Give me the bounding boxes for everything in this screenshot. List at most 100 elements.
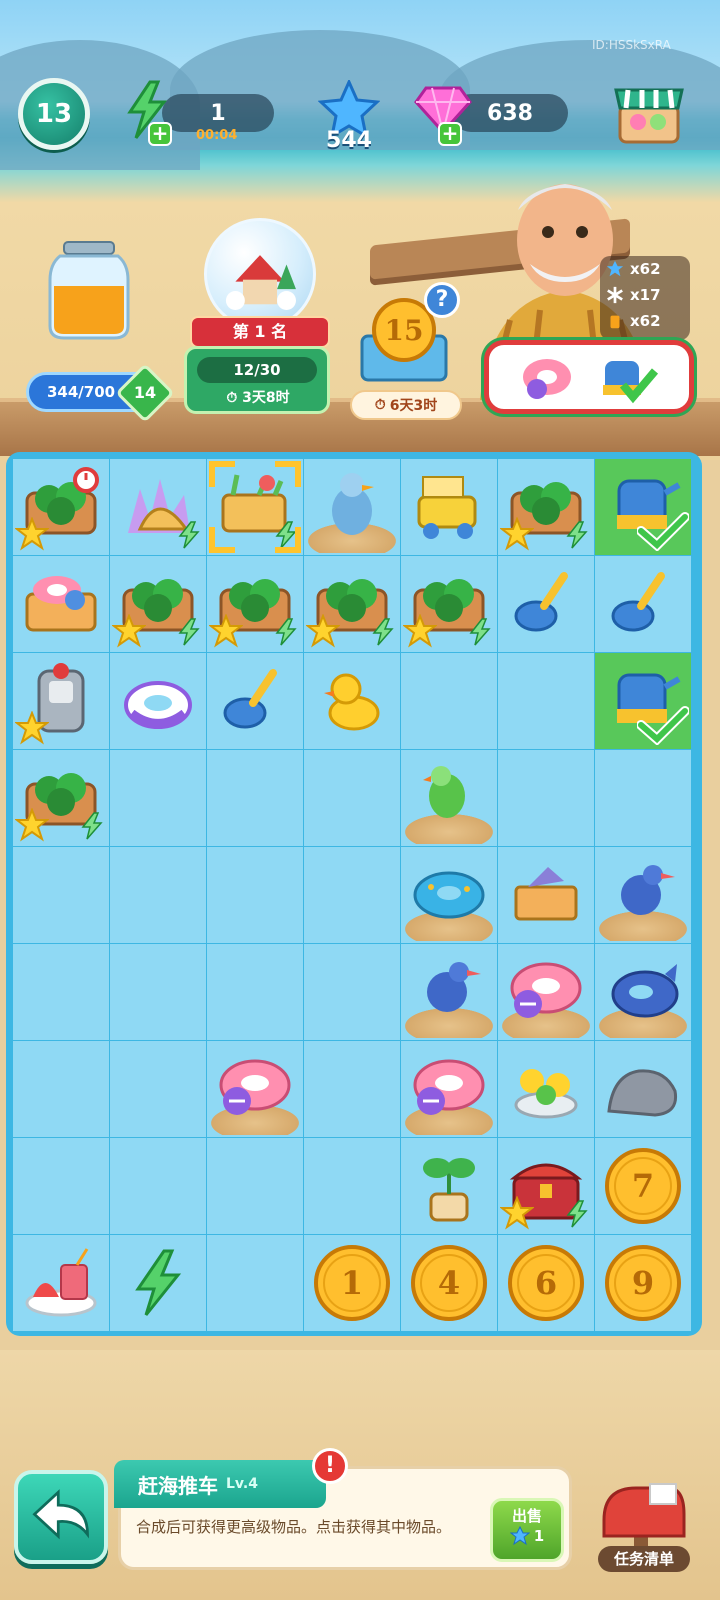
board-cell[interactable] (498, 944, 594, 1040)
board-cell[interactable]: 4 (401, 1235, 497, 1331)
small-bolt-icon (372, 618, 394, 646)
board-cell[interactable] (401, 459, 497, 555)
board-cell[interactable] (13, 1138, 109, 1234)
board-cell[interactable] (207, 1235, 303, 1331)
shop-stall-icon[interactable] (614, 80, 684, 146)
energy-counter[interactable]: 1 (162, 94, 274, 132)
coin-value: 15 (384, 314, 424, 347)
board-cell[interactable] (401, 653, 497, 749)
board-cell[interactable]: 6 (498, 1235, 594, 1331)
add-energy-button[interactable]: + (148, 122, 172, 146)
board-cell[interactable] (207, 944, 303, 1040)
board-cell[interactable] (207, 556, 303, 652)
check-icon (637, 706, 689, 745)
board-cell[interactable] (110, 653, 206, 749)
board-cell[interactable] (110, 556, 206, 652)
small-bolt-icon (178, 521, 200, 549)
board-cell[interactable] (207, 1138, 303, 1234)
board-cell[interactable] (13, 1235, 109, 1331)
order-request[interactable] (484, 340, 694, 414)
add-gem-button[interactable]: + (438, 122, 462, 146)
board-cell[interactable] (595, 556, 691, 652)
board-cell[interactable] (498, 1041, 594, 1137)
board-cell[interactable] (401, 750, 497, 846)
star-count: 544 (326, 128, 372, 153)
board-cell[interactable] (110, 459, 206, 555)
board-cell[interactable] (207, 1041, 303, 1137)
board-cell[interactable] (401, 944, 497, 1040)
board-cell[interactable] (498, 459, 594, 555)
board-cell[interactable] (304, 750, 400, 846)
board-cell[interactable] (13, 556, 109, 652)
board-cell[interactable] (401, 1041, 497, 1137)
fruit-juice-plate-icon (25, 1248, 97, 1317)
task-list-label[interactable]: 任务清单 (598, 1546, 690, 1572)
board-cell[interactable] (304, 944, 400, 1040)
coin-timer: ⏱ 6天3时 (350, 390, 462, 420)
board-cell[interactable] (13, 750, 109, 846)
board-cell[interactable] (304, 847, 400, 943)
gold-star-icon (209, 614, 243, 648)
board-cell[interactable] (595, 944, 691, 1040)
board-cell[interactable] (595, 847, 691, 943)
blue-star-icon (509, 1526, 530, 1546)
board-cell[interactable] (13, 944, 109, 1040)
snow-globe-icon[interactable] (204, 218, 316, 330)
board-cell[interactable] (498, 653, 594, 749)
green-parrot-sand-icon (423, 766, 465, 818)
board-cell[interactable] (304, 653, 400, 749)
merge-board: 7 1 4 6 9 (6, 452, 702, 1336)
board-cell[interactable] (401, 847, 497, 943)
purple-float-ring-icon (124, 681, 192, 729)
blue-shovel-icon (611, 572, 665, 632)
back-button[interactable] (14, 1470, 108, 1564)
board-cell[interactable] (595, 1041, 691, 1137)
player-level-badge[interactable]: 13 (18, 78, 90, 150)
board-cell[interactable] (110, 1041, 206, 1137)
board-cell[interactable] (304, 459, 400, 555)
board-cell[interactable] (207, 459, 303, 555)
board-cell[interactable] (304, 556, 400, 652)
alert-icon[interactable]: ! (312, 1448, 348, 1484)
board-cell[interactable] (304, 1138, 400, 1234)
coin-number: 6 (534, 1264, 558, 1302)
board-cell[interactable]: 1 (304, 1235, 400, 1331)
board-cell[interactable] (595, 750, 691, 846)
board-cell[interactable] (401, 1138, 497, 1234)
board-cell[interactable] (498, 750, 594, 846)
board-cell[interactable] (595, 653, 691, 749)
board-cell[interactable] (498, 1138, 594, 1234)
board-cell[interactable] (498, 556, 594, 652)
juice-jar-icon[interactable] (44, 240, 134, 340)
merge-grid: 7 1 4 6 9 (13, 459, 695, 1331)
jar-level: 14 (133, 383, 157, 402)
board-cell[interactable]: 9 (595, 1235, 691, 1331)
gold-star-icon (15, 808, 49, 842)
board-cell[interactable] (13, 847, 109, 943)
board-cell[interactable] (304, 1041, 400, 1137)
blue-shovel-icon (223, 669, 277, 729)
rank-ribbon: 第 1 名 (190, 316, 330, 348)
sell-price: 1 (533, 1527, 545, 1545)
board-cell[interactable] (207, 653, 303, 749)
board-cell[interactable] (13, 1041, 109, 1137)
board-cell[interactable]: 7 (595, 1138, 691, 1234)
board-cell[interactable] (110, 944, 206, 1040)
board-cell[interactable] (110, 1138, 206, 1234)
board-cell[interactable] (110, 750, 206, 846)
board-cell[interactable] (13, 653, 109, 749)
board-cell[interactable] (595, 459, 691, 555)
board-cell[interactable] (498, 847, 594, 943)
sell-button[interactable]: 出售 1 (490, 1498, 564, 1562)
board-cell[interactable] (110, 1235, 206, 1331)
event-panel[interactable]: 12/30 ⏱ 3天8时 (184, 346, 330, 414)
board-cell[interactable] (401, 556, 497, 652)
board-cell[interactable] (207, 750, 303, 846)
board-cell[interactable] (13, 459, 109, 555)
blue-bird-sand-icon (427, 962, 481, 1012)
board-cell[interactable] (207, 847, 303, 943)
gold-star-icon (500, 517, 534, 551)
board-cell[interactable] (110, 847, 206, 943)
help-button[interactable]: ? (424, 282, 460, 318)
pink-float-ring-sand-icon (510, 962, 582, 1018)
